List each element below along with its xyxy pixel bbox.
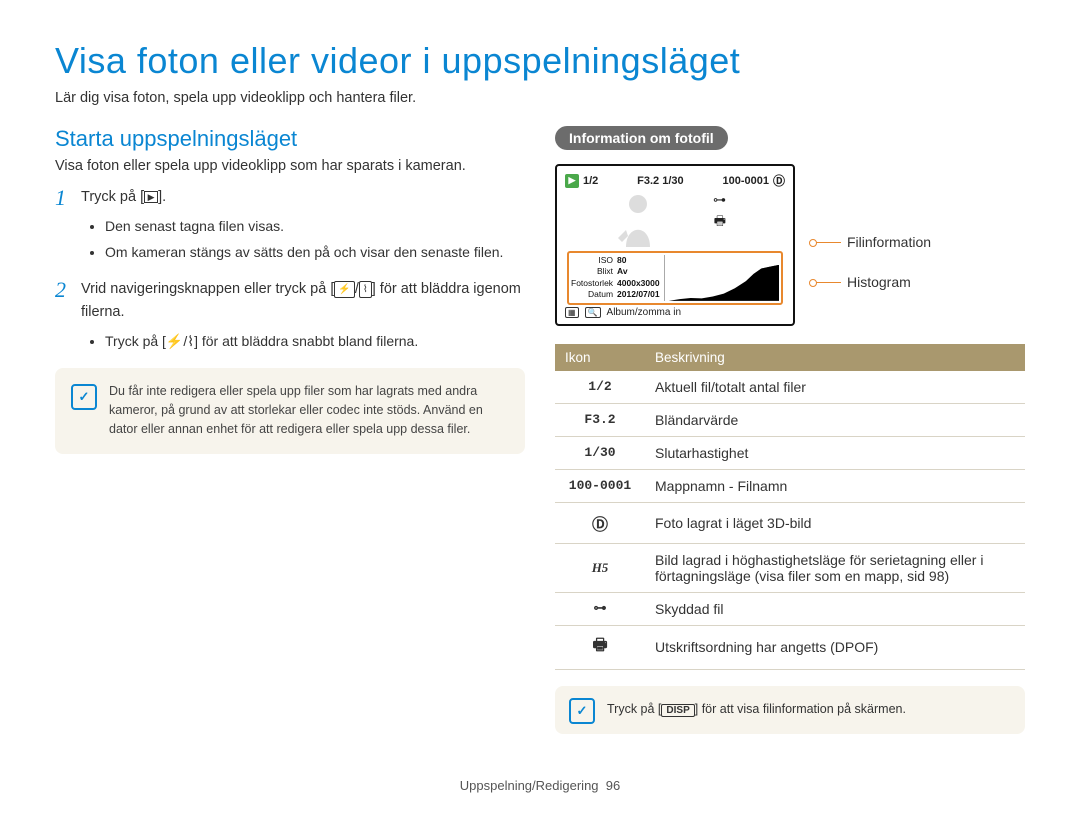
page-subtitle: Lär dig visa foton, spela upp videoklipp… [55,90,1025,106]
grid-icon: ▦ [565,307,579,318]
step-bullets: Tryck på [⚡/⌇] för att bläddra snabbt bl… [81,330,525,352]
footer: Uppspelning/Redigering 96 [0,778,1080,793]
desc-cell: Bländarvärde [645,403,1025,436]
iso-label: ISO [571,255,613,266]
desc-cell: Utskriftsordning har angetts (DPOF) [645,625,1025,669]
desc-cell: Aktuell fil/totalt antal filer [645,371,1025,404]
iso-value: 80 [617,255,660,266]
shutter-value: 1/30 [662,175,683,187]
wifi-icon [359,281,372,298]
right-column: Information om fotofil ▶ 1/2 F3.2 1/30 1… [555,126,1025,734]
step-1: 1 Tryck på []. Den senast tagna filen vi… [55,186,525,266]
lock-icon: ⊶ [713,193,726,208]
bullet: Tryck på [⚡/⌇] för att bläddra snabbt bl… [105,330,525,352]
bottom-label: Album/zomma in [607,307,681,318]
flash-label: Blixt [571,266,613,277]
callout-histogram: Histogram [847,274,911,290]
table-row: 1/30 Slutarhastighet [555,436,1025,469]
print-icon [555,625,645,669]
table-row: 1/2 Aktuell fil/totalt antal filer [555,371,1025,404]
note-box: ✓ Du får inte redigera eller spela upp f… [55,368,525,454]
desc-cell: Bild lagrad i höghastighetsläge för seri… [645,543,1025,592]
file-counter: 1/2 [583,175,598,187]
callout-file-info: Filinformation [847,234,931,250]
th-icon: Ikon [555,344,645,371]
d3-icon [555,502,645,543]
side-icons: ⊶ 🖶 [713,193,726,249]
date-value: 2012/07/01 [617,289,660,300]
note-icon: ✓ [71,384,97,410]
step-text: Vrid navigeringsknappen eller tryck på [ [81,281,334,297]
photo-silhouette [563,189,713,249]
step-text: Tryck på [ [81,189,144,205]
size-label: Fotostorlek [571,278,613,289]
callout-line [813,282,841,283]
flash-value: Av [617,266,660,277]
bullet: Om kameran stängs av sätts den på och vi… [105,241,503,263]
table-row: Foto lagrat i läget 3D-bild [555,502,1025,543]
table-row: H5 Bild lagrad i höghastighetsläge för s… [555,543,1025,592]
play-mode-icon: ▶ [565,174,579,188]
info-pill: Information om fotofil [555,126,728,150]
screen-illustration-wrap: ▶ 1/2 F3.2 1/30 100-0001 Ⓓ [555,164,1025,326]
tip-text: Tryck på [DISP] för att visa filinformat… [607,702,906,717]
zoom-icon: 🔍 [585,307,601,318]
step-2: 2 Vrid navigeringsknappen eller tryck på… [55,278,525,356]
page-title: Visa foton eller videor i uppspelningslä… [55,40,1025,82]
page: Visa foton eller videor i uppspelningslä… [0,0,1080,815]
step-text-suffix: ]. [158,189,166,205]
file-info-box: ISO Blixt Fotostorlek Datum 80 Av 4000x3… [567,251,783,305]
page-number: 96 [606,778,620,793]
steps-list: 1 Tryck på []. Den senast tagna filen vi… [55,186,525,356]
table-row: ⊶ Skyddad fil [555,592,1025,625]
table-row: Utskriftsordning har angetts (DPOF) [555,625,1025,669]
desc-cell: Mappnamn - Filnamn [645,469,1025,502]
step-bullets: Den senast tagna filen visas. Om kameran… [81,215,503,263]
left-column: Starta uppspelningsläget Visa foton elle… [55,126,525,734]
callouts: Filinformation Histogram [813,164,931,290]
screen-top-bar: ▶ 1/2 F3.2 1/30 100-0001 Ⓓ [563,172,787,189]
icon-cell: 100-0001 [555,469,645,502]
hs-icon: H5 [555,543,645,592]
bullet: Den senast tagna filen visas. [105,215,503,237]
lock-icon: ⊶ [555,592,645,625]
icon-cell: 1/30 [555,436,645,469]
callout-line [813,242,841,243]
icon-cell: F3.2 [555,403,645,436]
desc-cell: Slutarhastighet [645,436,1025,469]
aperture-value: F3.2 [637,175,659,187]
icon-cell: 1/2 [555,371,645,404]
flash-icon [334,281,354,298]
table-row: 100-0001 Mappnamn - Filnamn [555,469,1025,502]
desc-cell: Foto lagrat i läget 3D-bild [645,502,1025,543]
play-icon [144,191,158,203]
note-text: Du får inte redigera eller spela upp fil… [109,382,509,440]
disp-key: DISP [661,704,694,717]
date-label: Datum [571,289,613,300]
print-icon: 🖶 [714,212,726,234]
th-desc: Beskrivning [645,344,1025,371]
folder-file-name: 100-0001 [722,175,769,187]
tip-icon: ✓ [569,698,595,724]
size-value: 4000x3000 [617,278,660,289]
table-row: F3.2 Bländarvärde [555,403,1025,436]
desc-cell: Skyddad fil [645,592,1025,625]
section-intro: Visa foton eller spela upp videoklipp so… [55,158,525,174]
footer-section: Uppspelning/Redigering [460,778,599,793]
two-column-layout: Starta uppspelningsläget Visa foton elle… [55,126,1025,734]
icon-description-table: Ikon Beskrivning 1/2 Aktuell fil/totalt … [555,344,1025,670]
camera-screen: ▶ 1/2 F3.2 1/30 100-0001 Ⓓ [555,164,795,326]
section-heading: Starta uppspelningsläget [55,126,525,152]
tip-box: ✓ Tryck på [DISP] för att visa filinform… [555,686,1025,734]
histogram-graphic [664,255,779,301]
d-icon: Ⓓ [773,172,785,189]
step-number: 2 [55,278,71,356]
step-number: 1 [55,186,71,266]
screen-bottom-bar: ▦ 🔍 Album/zomma in [563,305,787,318]
